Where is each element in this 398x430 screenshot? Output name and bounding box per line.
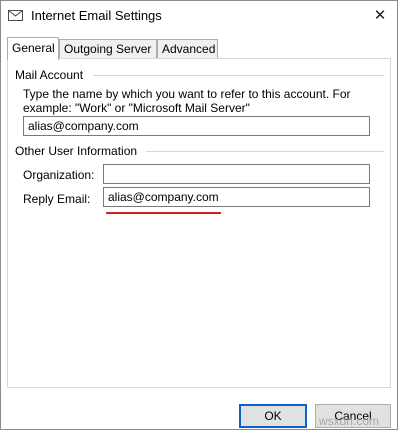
reply-email-highlight-underline — [106, 212, 221, 214]
account-name-input[interactable] — [23, 116, 370, 136]
general-tab-panel: Mail Account Type the name by which you … — [7, 58, 391, 388]
organization-label: Organization: — [23, 168, 95, 182]
title-bar: Internet Email Settings ✕ — [1, 1, 397, 31]
watermark-text: wsxdn.com — [318, 414, 379, 428]
close-button[interactable]: ✕ — [367, 3, 393, 27]
account-name-description: Type the name by which you want to refer… — [23, 87, 351, 115]
tab-advanced-label: Advanced — [162, 42, 216, 56]
other-user-info-group-title: Other User Information — [15, 144, 138, 158]
tab-general[interactable]: General — [7, 37, 59, 60]
internet-email-settings-dialog: Internet Email Settings ✕ General Outgoi… — [0, 0, 398, 430]
tab-outgoing-server-label: Outgoing Server — [64, 42, 152, 56]
organization-input[interactable] — [103, 164, 370, 184]
mail-account-group-title: Mail Account — [15, 68, 84, 82]
window-title: Internet Email Settings — [31, 8, 162, 23]
reply-email-input[interactable] — [103, 187, 370, 207]
tab-general-label: General — [12, 41, 55, 55]
tab-advanced[interactable]: Advanced — [157, 39, 218, 59]
close-icon: ✕ — [373, 7, 387, 24]
reply-email-label: Reply Email: — [23, 192, 91, 206]
mail-account-divider — [93, 75, 384, 76]
other-user-info-divider — [146, 151, 384, 152]
envelope-settings-icon — [8, 9, 23, 22]
tab-outgoing-server[interactable]: Outgoing Server — [59, 39, 157, 59]
ok-button-label: OK — [264, 409, 282, 423]
ok-button[interactable]: OK — [239, 404, 307, 428]
